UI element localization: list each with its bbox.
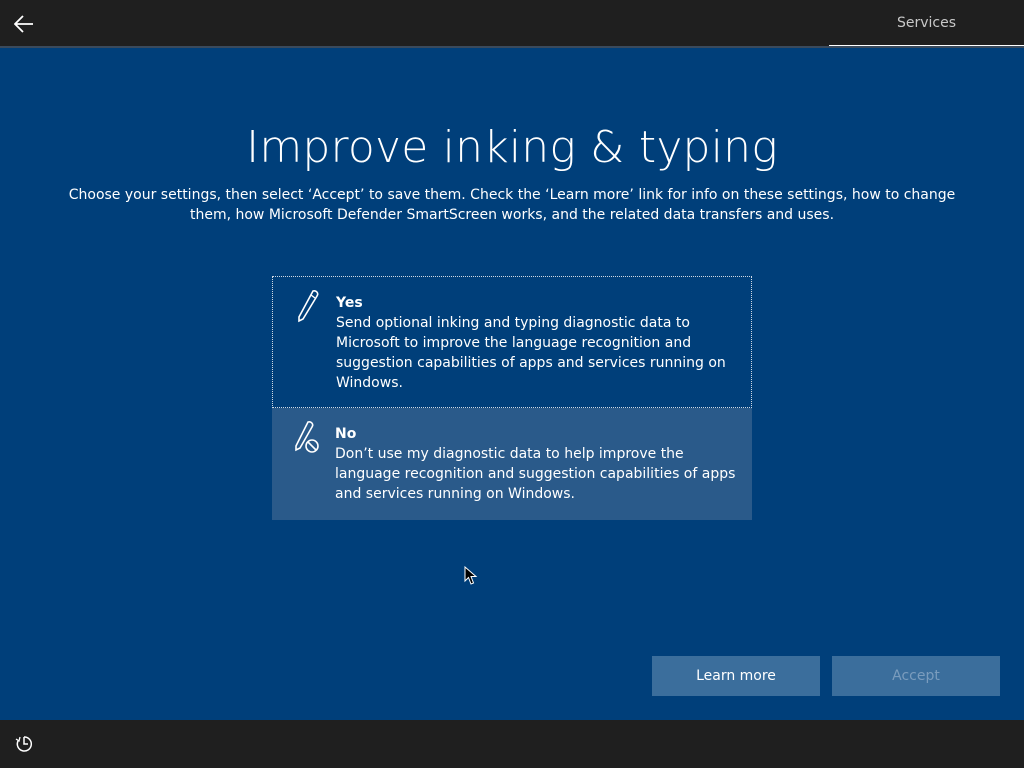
- ease-of-access-icon: [15, 736, 33, 752]
- ease-of-access-button[interactable]: [12, 732, 36, 756]
- page-title: Improve inking & typing: [246, 122, 778, 173]
- option-yes-description: Send optional inking and typing diagnost…: [336, 315, 726, 391]
- mouse-cursor-icon: [464, 566, 478, 585]
- option-yes[interactable]: Yes Send optional inking and typing diag…: [272, 276, 752, 408]
- option-no-text: No Don’t use my diagnostic data to help …: [335, 424, 740, 504]
- main-content: Improve inking & typing Choose your sett…: [0, 48, 1024, 720]
- tab-services: Services: [896, 15, 957, 31]
- accept-button[interactable]: Accept: [832, 656, 1000, 696]
- arrow-left-icon: [14, 15, 33, 33]
- option-yes-text: Yes Send optional inking and typing diag…: [336, 293, 741, 393]
- option-no[interactable]: No Don’t use my diagnostic data to help …: [272, 408, 752, 520]
- option-no-title: No: [335, 426, 357, 442]
- page-subtitle: Choose your settings, then select ‘Accep…: [68, 187, 956, 223]
- option-no-description: Don’t use my diagnostic data to help imp…: [335, 446, 736, 502]
- bottom-bar: [0, 720, 1024, 768]
- pen-disabled-icon: [295, 421, 319, 453]
- top-bar: Services: [0, 0, 1024, 48]
- option-yes-title: Yes: [336, 295, 363, 311]
- learn-more-button[interactable]: Learn more: [652, 656, 820, 696]
- back-button[interactable]: [8, 8, 40, 40]
- pen-icon: [298, 290, 319, 323]
